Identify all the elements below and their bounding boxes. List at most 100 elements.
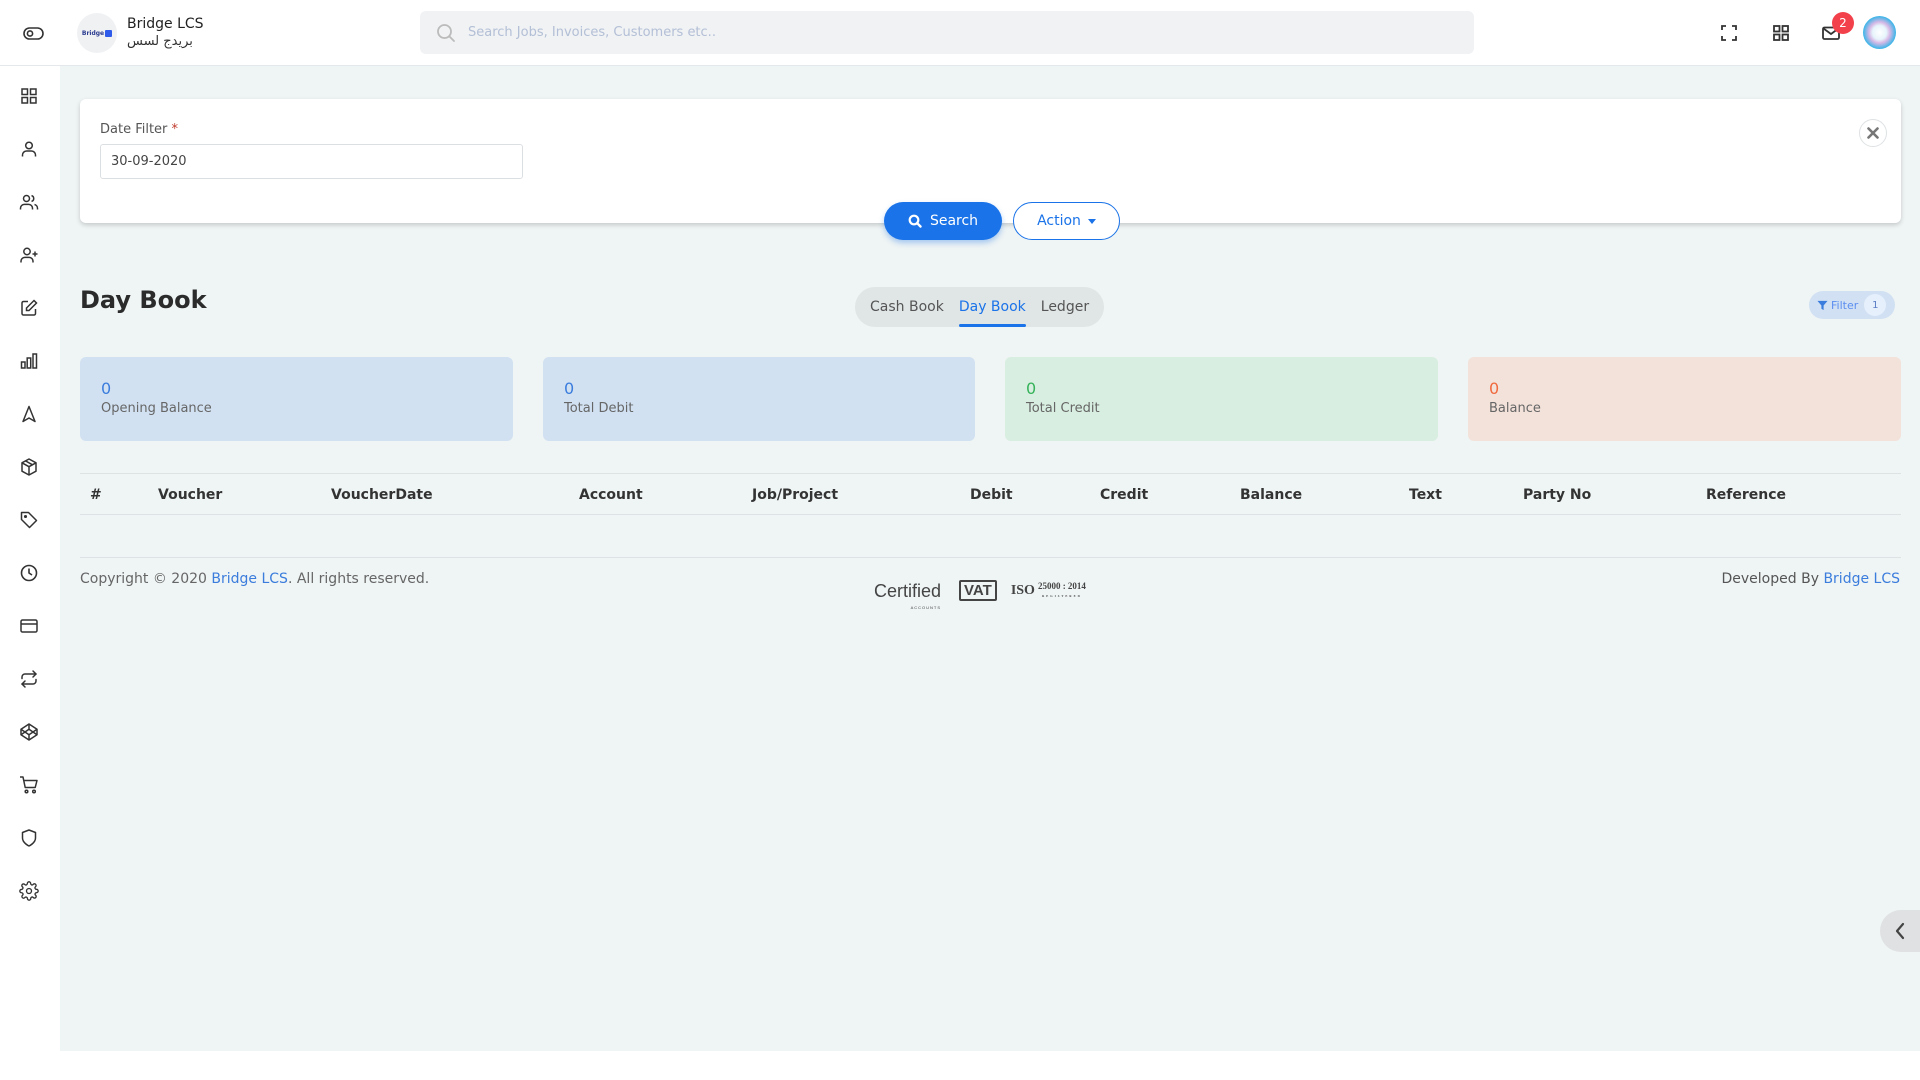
grid-icon: [21, 88, 37, 104]
column-header-index[interactable]: #: [90, 474, 102, 516]
main-content: Date Filter * Search Action Day Book Cas…: [60, 66, 1920, 1051]
chevron-left-icon: [1895, 922, 1905, 940]
column-header-debit[interactable]: Debit: [970, 474, 1013, 516]
column-header-text[interactable]: Text: [1409, 474, 1442, 516]
cart-icon: [20, 776, 38, 794]
page-title: Day Book: [80, 286, 207, 314]
required-mark: *: [171, 122, 179, 137]
copyright-link[interactable]: Bridge LCS: [211, 571, 288, 587]
sidebar-item-inventory[interactable]: [19, 457, 39, 477]
book-tabs: Cash Book Day Book Ledger: [855, 287, 1105, 327]
stat-value: 0: [101, 379, 112, 398]
sidebar-item-user[interactable]: [19, 139, 39, 159]
copyright-text: Copyright © 2020 Bridge LCS. All rights …: [80, 571, 430, 587]
close-filter-button[interactable]: [1859, 119, 1887, 147]
column-header-reference[interactable]: Reference: [1706, 474, 1786, 516]
brand-name: Bridge LCS: [127, 16, 204, 32]
stat-value: 0: [1026, 379, 1037, 398]
sidebar-item-security[interactable]: [19, 828, 39, 848]
certified-accounts-logo: Certified ACCOUNTS: [874, 580, 942, 610]
fullscreen-icon[interactable]: [1719, 23, 1739, 43]
box-icon: [21, 458, 37, 476]
footer-divider: [80, 557, 1901, 558]
caret-down-icon: [1087, 218, 1096, 224]
filter-icon: [1817, 300, 1828, 310]
filter-count-badge: 1: [1864, 294, 1887, 316]
sidebar-item-tags[interactable]: [19, 510, 39, 530]
column-header-balance[interactable]: Balance: [1240, 474, 1302, 516]
search-icon: [437, 23, 455, 42]
stat-value: 0: [564, 379, 575, 398]
codepen-icon: [20, 723, 38, 741]
global-search[interactable]: [420, 11, 1474, 54]
tab-ledger[interactable]: Ledger: [1041, 287, 1089, 327]
sidebar-item-payments[interactable]: [19, 616, 39, 636]
stat-label: Total Credit: [1026, 401, 1100, 416]
stat-label: Balance: [1489, 401, 1541, 416]
column-header-voucher-date[interactable]: VoucherDate: [331, 474, 433, 516]
sidebar-item-sales[interactable]: [19, 775, 39, 795]
column-header-credit[interactable]: Credit: [1100, 474, 1148, 516]
shield-icon: [21, 829, 37, 847]
sidebar-item-users[interactable]: [19, 192, 39, 212]
stat-total-debit: 0 Total Debit: [543, 357, 975, 441]
close-icon: [1867, 127, 1879, 139]
sidebar-item-reports[interactable]: [19, 351, 39, 371]
user-icon: [21, 141, 37, 157]
tag-icon: [20, 511, 38, 529]
sidebar-item-edit[interactable]: [19, 298, 39, 318]
column-header-party-no[interactable]: Party No: [1523, 474, 1591, 516]
repeat-icon: [21, 670, 37, 688]
brand[interactable]: Bridge Bridge LCS بريدج لسس: [77, 13, 204, 53]
day-book-table: # Voucher VoucherDate Account Job/Projec…: [80, 473, 1901, 515]
tab-cash-book[interactable]: Cash Book: [870, 287, 944, 327]
stat-label: Opening Balance: [101, 401, 212, 416]
column-header-account[interactable]: Account: [579, 474, 643, 516]
column-header-job-project[interactable]: Job/Project: [752, 474, 838, 516]
sidebar-item-transfers[interactable]: [19, 669, 39, 689]
sidebar-item-navigation[interactable]: [19, 404, 39, 424]
stat-balance: 0 Balance: [1468, 357, 1901, 441]
gear-icon: [19, 881, 39, 901]
user-plus-icon: [20, 247, 38, 263]
notification-badge: 2: [1832, 12, 1854, 34]
stat-label: Total Debit: [564, 401, 634, 416]
filter-pill-button[interactable]: Filter 1: [1809, 291, 1895, 319]
users-icon: [19, 194, 39, 210]
vat-logo: VAT: [959, 580, 997, 601]
search-button[interactable]: Search: [884, 202, 1002, 240]
developed-by-text: Developed By Bridge LCS: [1721, 571, 1901, 587]
sidebar-item-add-user[interactable]: [19, 245, 39, 265]
date-filter-label: Date Filter *: [100, 122, 179, 137]
iso-logo: ISO 25000 : 2014 REGISTERED: [1010, 580, 1086, 598]
credit-card-icon: [20, 619, 38, 633]
stat-total-credit: 0 Total Credit: [1005, 357, 1438, 441]
tab-day-book[interactable]: Day Book: [958, 287, 1026, 327]
column-header-voucher[interactable]: Voucher: [158, 474, 222, 516]
table-header-row: # Voucher VoucherDate Account Job/Projec…: [80, 473, 1901, 515]
side-panel-toggle[interactable]: [1880, 910, 1920, 952]
avatar[interactable]: [1863, 16, 1896, 49]
bar-chart-icon: [20, 353, 38, 369]
developer-link[interactable]: Bridge LCS: [1823, 571, 1900, 587]
edit-icon: [21, 299, 38, 316]
sidebar: [0, 66, 60, 1080]
sidebar-item-codepen[interactable]: [19, 722, 39, 742]
stat-value: 0: [1489, 379, 1500, 398]
brand-logo: Bridge: [77, 13, 117, 53]
search-input[interactable]: [468, 25, 1368, 40]
stat-opening-balance: 0 Opening Balance: [80, 357, 513, 441]
sidebar-item-settings[interactable]: [19, 881, 39, 901]
search-icon: [908, 214, 922, 228]
date-filter-input[interactable]: [100, 144, 523, 179]
navigation-icon: [22, 405, 36, 423]
top-header: Bridge Bridge LCS بريدج لسس 2: [0, 0, 1920, 66]
action-dropdown-button[interactable]: Action: [1013, 202, 1120, 240]
toggle-icon[interactable]: [22, 24, 46, 42]
clock-icon: [20, 564, 38, 582]
sidebar-item-dashboard[interactable]: [19, 86, 39, 106]
certification-logos: Certified ACCOUNTS VAT ISO 25000 : 2014 RE…: [874, 580, 1086, 610]
sidebar-item-history[interactable]: [19, 563, 39, 583]
apps-grid-icon[interactable]: [1771, 23, 1791, 43]
brand-name-arabic: بريدج لسس: [127, 34, 193, 49]
